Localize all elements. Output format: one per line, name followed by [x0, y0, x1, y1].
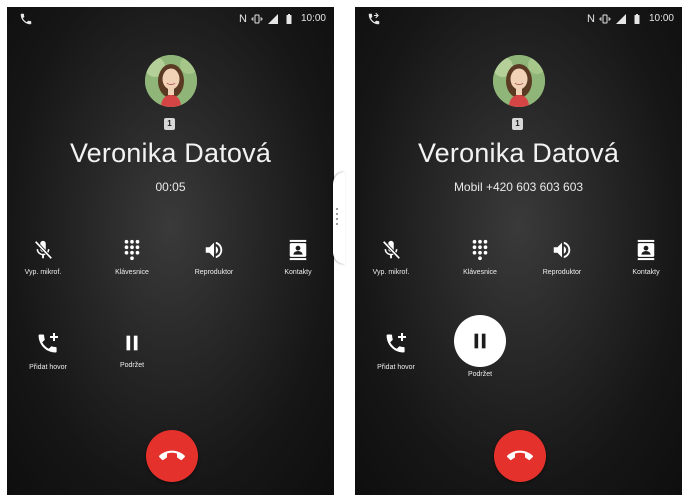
status-time: 10:00 [300, 13, 326, 24]
side-panel-handle[interactable] [333, 172, 345, 264]
call-end-icon [159, 450, 185, 461]
contacts-button[interactable]: Kontakty [263, 239, 333, 276]
keypad-button[interactable]: Klávesnice [445, 239, 515, 276]
keypad-label: Klávesnice [463, 269, 497, 276]
contact-name: Veronika Datová [417, 138, 620, 168]
dialpad-icon [472, 239, 488, 261]
add-call-button[interactable]: Přidat hovor [13, 332, 83, 371]
phone-icon [20, 13, 32, 25]
call-timer: 00:05 [155, 180, 186, 194]
contact-avatar [493, 55, 545, 107]
speaker-label: Reproduktor [542, 269, 582, 276]
status-bar: N 10:00 [355, 7, 682, 31]
add-call-button[interactable]: Přidat hovor [361, 332, 431, 371]
add-call-label: Přidat hovor [29, 364, 67, 371]
contacts-icon [289, 239, 307, 261]
contact-name: Veronika Datová [69, 138, 272, 168]
nfc-icon: N [239, 13, 247, 25]
speaker-label: Reproduktor [194, 269, 234, 276]
hold-button-active[interactable]: Podržet [445, 315, 515, 378]
contacts-icon [637, 239, 655, 261]
signal-icon [267, 14, 278, 24]
add-call-icon [38, 333, 58, 353]
speaker-icon [553, 241, 571, 259]
vibrate-icon [251, 14, 263, 24]
mute-button[interactable]: Vyp. mikrof. [8, 239, 78, 276]
contacts-button[interactable]: Kontakty [611, 239, 681, 276]
contact-avatar [145, 55, 197, 107]
mic-off-icon [382, 240, 401, 260]
battery-icon [286, 14, 292, 24]
keypad-label: Klávesnice [115, 269, 149, 276]
hold-active-circle [454, 315, 506, 367]
drag-handle-icon [336, 208, 338, 226]
hold-button[interactable]: Podržet [97, 332, 167, 369]
pause-icon [474, 333, 486, 349]
speaker-button[interactable]: Reproduktor [527, 239, 597, 276]
signal-icon [615, 14, 626, 24]
mute-label: Vyp. mikrof. [372, 269, 410, 276]
keypad-button[interactable]: Klávesnice [97, 239, 167, 276]
call-screen-in-call: N 10:00 1 Veronika Datová 00:05 Vyp. mik… [7, 7, 334, 495]
status-bar: N 10:00 [7, 7, 334, 31]
mute-label: Vyp. mikrof. [24, 269, 62, 276]
pause-icon [126, 335, 138, 351]
battery-icon [634, 14, 640, 24]
vibrate-icon [599, 14, 611, 24]
nfc-icon: N [587, 13, 595, 25]
dialpad-icon [124, 239, 140, 261]
mic-off-icon [34, 240, 53, 260]
call-screen-on-hold: N 10:00 1 Veronika Datová Mobil +420 603… [355, 7, 682, 495]
end-call-button[interactable] [494, 430, 546, 482]
call-end-icon [507, 450, 533, 461]
add-call-label: Přidat hovor [377, 364, 415, 371]
hold-label: Podržet [119, 362, 145, 369]
status-time: 10:00 [648, 13, 674, 24]
end-call-button[interactable] [146, 430, 198, 482]
speaker-button[interactable]: Reproduktor [179, 239, 249, 276]
contact-number: Mobil +420 603 603 603 [453, 180, 584, 194]
contacts-label: Kontakty [284, 269, 312, 276]
speaker-icon [205, 241, 223, 259]
sim-badge: 1 [164, 118, 175, 130]
mute-button[interactable]: Vyp. mikrof. [356, 239, 426, 276]
phone-forward-icon [368, 12, 380, 25]
add-call-icon [386, 333, 406, 353]
hold-label: Podržet [467, 371, 493, 378]
contacts-label: Kontakty [632, 269, 660, 276]
sim-badge: 1 [512, 118, 523, 130]
